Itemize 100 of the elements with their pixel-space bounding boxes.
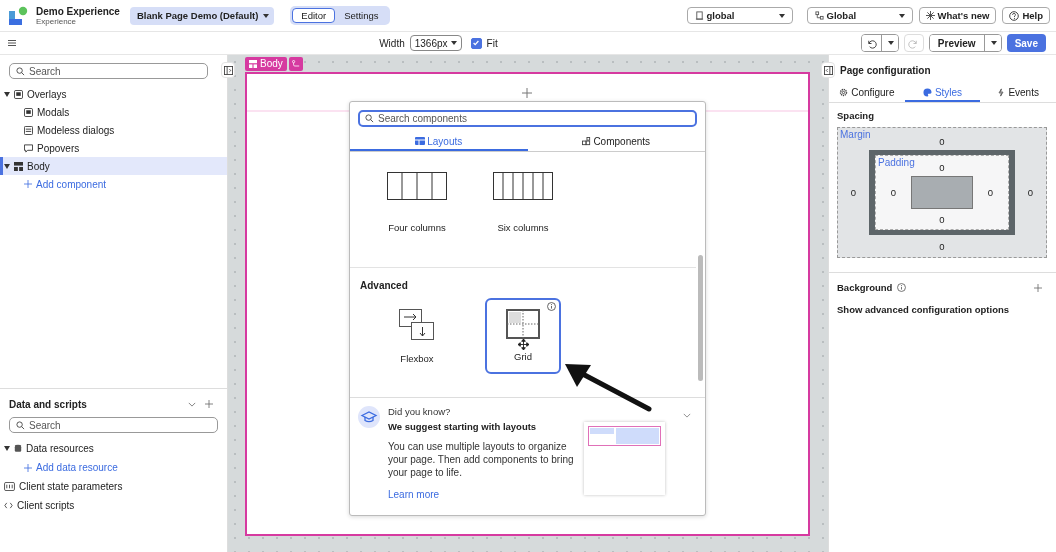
caret-icon[interactable]: [4, 91, 10, 97]
search-input[interactable]: Search: [29, 65, 201, 77]
search-icon: [365, 114, 374, 123]
page-selector[interactable]: Blank Page Demo (Default): [129, 6, 275, 25]
tree-item[interactable]: Modeless dialogs: [0, 121, 227, 139]
section-title: Data and scripts: [9, 398, 88, 410]
sparkle-icon: [925, 11, 935, 20]
plus-icon: [24, 463, 32, 472]
picker-tab[interactable]: Layouts: [350, 133, 528, 151]
advanced-options-link[interactable]: Show advanced configuration options: [837, 304, 1042, 315]
caret-icon: [888, 41, 895, 45]
collapse-panel-icon: [223, 65, 233, 75]
padding-value[interactable]: 0: [939, 159, 945, 173]
search-field[interactable]: Search: [9, 63, 208, 79]
tree-item[interactable]: Body: [0, 157, 227, 175]
add-icon[interactable]: [1034, 283, 1042, 292]
dialog-icon: [24, 125, 33, 135]
tree-item[interactable]: Client state parameters: [0, 477, 227, 496]
overlay-icon: [14, 89, 23, 99]
padding-value[interactable]: 0: [890, 187, 897, 198]
scope-dropdown[interactable]: Global: [806, 7, 913, 24]
layout-option[interactable]: Flexbox: [379, 298, 455, 374]
header-button[interactable]: Help: [1002, 7, 1050, 24]
layout-option[interactable]: Grid: [485, 298, 561, 374]
speech-bubble-icon: [24, 143, 33, 153]
tree-item[interactable]: Client scripts: [0, 496, 227, 515]
add-link[interactable]: Add data resource: [0, 458, 227, 477]
tree-item[interactable]: Overlays: [0, 85, 227, 103]
fit-label: Fit: [486, 37, 498, 49]
panel-title: Page configuration: [839, 65, 932, 76]
info-icon[interactable]: [897, 283, 907, 292]
flow-icon: [291, 59, 300, 68]
tree-item[interactable]: Popovers: [0, 139, 227, 157]
padding-value[interactable]: 0: [987, 187, 994, 198]
undo-icon: [865, 37, 877, 49]
lightning-icon: [997, 87, 1006, 97]
plus-icon: [24, 180, 32, 188]
database-icon: [14, 444, 22, 453]
picker-tab[interactable]: Components: [527, 133, 705, 151]
menu-icon[interactable]: [8, 40, 16, 46]
tip-eyebrow: Did you know?: [388, 406, 452, 417]
search-input[interactable]: Search: [29, 419, 211, 431]
graduation-cap-icon: [358, 406, 380, 428]
info-icon: [547, 302, 556, 311]
width-dropdown[interactable]: 1366px: [409, 35, 462, 51]
layout-option[interactable]: Four columns: [379, 172, 455, 267]
tree-item[interactable]: Data resources: [0, 439, 227, 458]
header-button[interactable]: What's new: [918, 7, 997, 24]
mode-tab[interactable]: Settings: [335, 8, 388, 23]
add-link[interactable]: Add component: [0, 175, 227, 193]
learn-more-link[interactable]: Learn more: [388, 489, 576, 500]
scrollbar-thumb[interactable]: [698, 255, 703, 381]
collapse-panel-button[interactable]: [221, 62, 235, 78]
margin-value[interactable]: 0: [939, 240, 945, 252]
columns-icon: [493, 172, 553, 200]
blocks-icon: [582, 136, 592, 146]
content-box: [911, 176, 973, 209]
collapse-panel-button[interactable]: [821, 62, 835, 78]
palette-icon: [922, 87, 932, 97]
columns-icon: [387, 172, 447, 200]
building-icon: [694, 11, 704, 20]
search-icon: [16, 420, 25, 430]
flexbox-icon: [399, 309, 435, 341]
tip-body: You can use multiple layouts to organize your page. Then add components to bring your page to life.: [388, 440, 575, 479]
chevron-down-icon[interactable]: [683, 413, 691, 418]
flow-tag[interactable]: [288, 56, 303, 71]
section-heading: Advanced: [360, 280, 408, 291]
width-label: Width: [379, 37, 405, 49]
search-field[interactable]: Search: [9, 417, 218, 433]
config-tab[interactable]: Events: [980, 84, 1056, 102]
margin-value[interactable]: 0: [850, 187, 857, 198]
layout-icon: [249, 59, 257, 68]
mode-tab[interactable]: Editor: [292, 8, 336, 23]
add-icon[interactable]: [522, 88, 532, 98]
fit-checkbox[interactable]: [470, 37, 482, 49]
margin-value[interactable]: 0: [939, 131, 945, 147]
app-subtitle: Experience: [36, 16, 77, 26]
caret-icon[interactable]: [4, 446, 10, 451]
caret-icon: [991, 41, 998, 45]
tip-title: We suggest starting with layouts: [388, 421, 538, 432]
overlay-icon: [24, 107, 33, 117]
layout-icon: [415, 137, 426, 145]
chevron-down-icon[interactable]: [188, 401, 196, 407]
config-tab[interactable]: Styles: [904, 84, 981, 102]
margin-value[interactable]: 0: [1027, 187, 1034, 198]
body-tag[interactable]: Body: [245, 56, 287, 71]
hierarchy-icon: [814, 11, 824, 20]
search-input[interactable]: Search components: [378, 113, 690, 124]
padding-value[interactable]: 0: [939, 213, 945, 225]
scope-dropdown[interactable]: global: [686, 7, 793, 24]
save-button[interactable]: Save: [1006, 34, 1046, 52]
tree-item[interactable]: Modals: [0, 103, 227, 121]
gear-icon: [839, 87, 849, 97]
add-icon[interactable]: [205, 400, 213, 408]
search-field[interactable]: Search components: [358, 110, 697, 127]
margin-label: Margin: [840, 129, 871, 140]
layout-option[interactable]: Six columns: [485, 172, 561, 267]
search-icon: [16, 66, 25, 76]
config-tab[interactable]: Configure: [829, 84, 905, 102]
padding-label: Padding: [878, 157, 915, 168]
